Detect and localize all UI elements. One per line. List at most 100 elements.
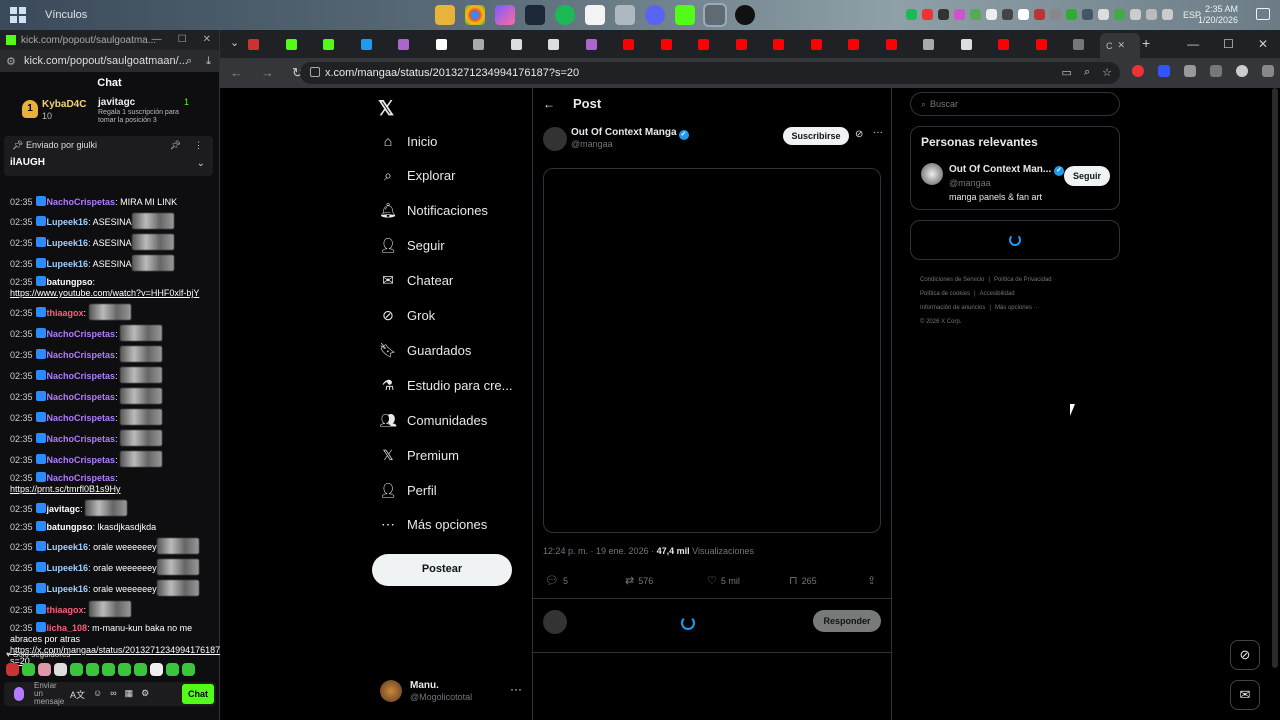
post-button[interactable]: Postear [372,554,512,586]
chat-message[interactable]: 02:35 NachoCrispetas: [0,409,216,425]
browser-tab[interactable] [810,36,845,52]
message-user[interactable]: NachoCrispetas [47,392,116,402]
bookmark-action[interactable]: ⊓ 265 [789,574,817,587]
footer-link[interactable]: Información de anuncios [920,305,985,311]
post-timestamp[interactable]: 12:24 p. m. · 19 ene. 2026 · [543,546,657,556]
browser-tab[interactable] [323,36,357,52]
nav-item-comunidades[interactable]: 👥︎ Comunidades [379,410,487,430]
message-user[interactable]: NachoCrispetas [47,455,116,465]
message-user[interactable]: Lupeek16 [47,563,89,573]
x-logo-icon[interactable]: 𝕏 [378,96,394,121]
zoom-icon[interactable]: ⌕ [1084,66,1090,79]
new-tab-icon[interactable]: + [1142,35,1150,51]
nav-item-guardados[interactable]: 🔖︎ Guardados [379,340,471,360]
spotify-icon[interactable] [555,5,575,25]
grok-fab-icon[interactable]: ⊘ [1230,640,1260,670]
message-user[interactable]: thiaagox [47,605,84,615]
message-user[interactable]: Lupeek16 [47,584,89,594]
browser-tab[interactable] [473,36,507,52]
mic-icon[interactable] [14,687,24,701]
chat-message[interactable]: 02:35 Lupeek16: ASESINA [0,213,216,229]
browser-tab[interactable] [773,36,807,52]
star-icon[interactable]: ☆ [1102,66,1112,79]
chat-message[interactable]: 02:35 Lupeek16: ASESINA [0,255,216,271]
chevron-down-icon[interactable]: ⌄ [197,158,205,169]
browser-tab[interactable] [698,36,732,52]
translate-icon[interactable]: A文 [70,688,85,701]
chat-message[interactable]: 02:35 NachoCrispetas: [0,430,216,446]
install-icon[interactable]: ▭ [1062,66,1072,79]
browser-tab[interactable] [923,36,957,52]
browser-tab[interactable] [510,36,545,52]
download-icon[interactable]: ⤓ [206,55,211,68]
nav-item-seguir[interactable]: 👤︎ Seguir [379,236,444,256]
tab-search-icon[interactable]: ⌄ [230,36,239,49]
store-icon[interactable] [585,5,605,25]
footer-link[interactable]: Política de cookies [920,291,970,297]
chat-message[interactable]: 02:35 Lupeek16: orale weeeeeey [0,538,216,554]
browser-tab[interactable] [548,36,582,52]
chat-message[interactable]: 02:35 batungpso: lkasdjkasdjkda [0,521,216,533]
message-link[interactable]: https://www.youtube.com/watch?v=HHF0xlf-… [10,288,199,298]
chat-message[interactable]: 02:35 Lupeek16: orale weeeeeey [0,580,216,596]
chat-message[interactable]: 02:35 NachoCrispetas: [0,388,216,404]
reply-button[interactable]: Responder [813,610,881,632]
back-icon[interactable]: ← [230,65,243,81]
browser-tab[interactable] [960,36,995,52]
emote-quick-bar[interactable] [0,659,220,680]
message-user[interactable]: NachoCrispetas [47,413,116,423]
nav-item-explorar[interactable]: ⌕ Explorar [380,166,455,186]
start-icon[interactable] [10,7,26,23]
chrome-active-icon[interactable] [703,3,727,27]
browser-tab[interactable] [848,36,882,52]
steam-icon[interactable] [525,5,545,25]
reply-action[interactable]: 💬︎ 5 [545,574,568,587]
message-user[interactable]: NachoCrispetas [47,371,116,381]
tab-active[interactable]: C ✕ [1100,33,1140,58]
gift-icon[interactable]: ▦ [125,688,134,701]
browser-tab[interactable] [623,36,657,52]
post-media[interactable] [543,168,881,533]
emoji-icon[interactable]: ☺ [93,688,102,701]
author-handle[interactable]: @mangaa [571,139,613,149]
app-icon[interactable] [615,5,635,25]
infinity-icon[interactable]: ∞ [110,688,116,701]
message-user[interactable]: Lupeek16 [47,542,89,552]
footer-link[interactable]: Política de Privacidad [994,277,1052,283]
pin-icon[interactable]: 📌︎ [170,140,181,151]
nav-item-premium[interactable]: 𝕏 Premium [380,445,459,465]
maximize-icon[interactable]: ☐ [1223,37,1234,51]
browser-tab[interactable] [998,36,1032,52]
browser-tab[interactable] [660,36,695,52]
search-input[interactable]: ⌕ Buscar [910,92,1120,116]
chat-message[interactable]: 02:35 Lupeek16: orale weeeeeey [0,559,216,575]
nav-item-perfil[interactable]: 👤︎ Perfil [379,480,437,500]
nav-item-grok[interactable]: ⊘ Grok [380,306,435,326]
chat-message[interactable]: 02:35 NachoCrispetas: [0,367,216,383]
search-icon[interactable]: ⌕ [186,55,192,68]
forward-icon[interactable]: → [261,65,274,81]
extensions[interactable] [1132,65,1274,77]
footer-link[interactable]: Condiciones de Servicio [920,277,984,283]
minimize-icon[interactable]: — [1187,37,1199,51]
chat-input[interactable]: Enviar un mensaje A文 ☺ ∞ ▦ ⚙ Chat [4,682,216,706]
chat-message[interactable]: 02:35 NachoCrispetas: [0,346,216,362]
message-user[interactable]: batungpso [47,277,93,287]
discord-icon[interactable] [645,5,665,25]
message-user[interactable]: Lupeek16 [47,238,89,248]
like-action[interactable]: ♡ 5 mil [707,574,740,587]
message-user[interactable]: javitagc [47,504,81,514]
browser-tab[interactable] [735,36,770,52]
chat-message[interactable]: 02:35 javitagc: [0,500,216,516]
minimize-icon[interactable]: — [152,34,162,45]
leader-name[interactable]: javitagc [98,97,135,108]
subscribe-button[interactable]: Suscribirse [783,127,849,145]
message-user[interactable]: NachoCrispetas [47,434,116,444]
nav-item-estudio-para-cre-[interactable]: ⚗ Estudio para cre... [380,375,513,395]
address-bar[interactable]: x.com/mangaa/status/2013271234994176187?… [300,62,1120,84]
message-link[interactable]: https://prnt.sc/tmrfl0B1s9Hy [10,484,121,494]
chat-message[interactable]: 02:35 NachoCrispetas: [0,451,216,467]
messages-fab-icon[interactable]: ✉ [1230,680,1260,710]
chat-message[interactable]: 02:35 thiaagox: [0,601,216,617]
pinned-message[interactable]: 📌︎ Enviado por giulki ilAUGH 📌︎ ⋮ ⌄ [4,136,213,176]
